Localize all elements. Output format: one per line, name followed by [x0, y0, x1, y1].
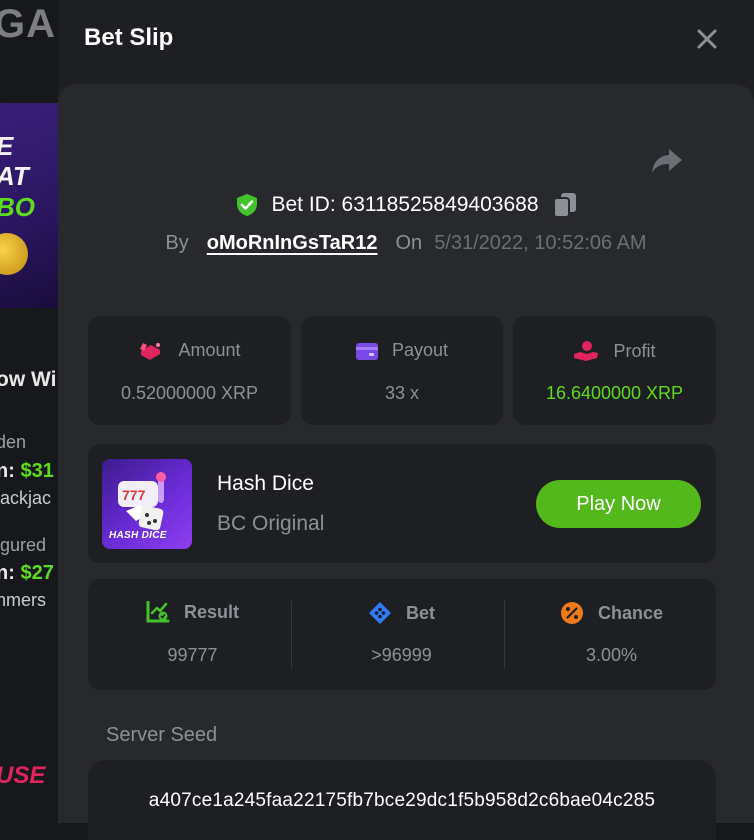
bet-label: Bet [405, 602, 435, 623]
server-seed-label: Server Seed [106, 724, 218, 746]
result-card: Result 99777 Bet >96999 Chance 3.00% [88, 579, 716, 690]
shield-check-icon [237, 194, 258, 216]
play-now-button[interactable]: Play Now [536, 480, 701, 528]
wallet-icon [355, 342, 378, 360]
result-value: 99777 [167, 645, 218, 665]
game-card: 777 HASH DICE Hash Dice BC Original Play… [88, 444, 716, 563]
payout-label: Payout [391, 340, 449, 360]
background-text: nmers [0, 590, 47, 610]
dialog-title: Bet Slip [84, 24, 174, 51]
dialog-header: Bet Slip [58, 0, 754, 84]
hand-coin-icon [574, 341, 599, 361]
bet-id-row: Bet ID: 63118525849403688 [58, 192, 754, 218]
bet-date: 5/31/2022, 10:52:06 AM [434, 232, 647, 254]
bet-column: Bet >96999 [297, 579, 506, 690]
on-label: On [395, 232, 423, 254]
result-label: Result [183, 601, 239, 622]
amount-value: 0.52000000 XRP [120, 383, 259, 403]
bet-value: >96999 [371, 645, 432, 665]
svg-text:777: 777 [122, 487, 146, 503]
bet-id: Bet ID: 63118525849403688 [271, 193, 539, 216]
chance-label: Chance [597, 602, 664, 623]
server-seed-value: a407ce1a245faa22175fb7bce29dc1f5b958d2c6… [148, 790, 656, 811]
username-link[interactable]: oMoRnInGsTaR12 [207, 232, 378, 255]
bet-slip-dialog: Bet Slip Bet ID: 63118525849403688 By oM… [58, 0, 754, 840]
close-button[interactable] [694, 26, 720, 52]
percent-icon [560, 602, 583, 624]
payout-value: 33 x [384, 383, 420, 403]
banner-coin-icon [0, 233, 28, 275]
banner-text-line1: E [0, 131, 13, 162]
copy-icon[interactable] [552, 192, 577, 218]
column-divider [504, 601, 505, 668]
thumbnail-label: HASH DICE [109, 530, 167, 541]
bet-slip-card: Bet ID: 63118525849403688 By oMoRnInGsTa… [58, 84, 754, 840]
bet-author-row: By oMoRnInGsTaR12 On 5/31/2022, 10:52:06… [58, 232, 754, 255]
profit-label: Profit [613, 340, 656, 361]
column-divider [291, 601, 292, 668]
background-text: igured [0, 535, 47, 555]
share-button[interactable] [650, 146, 684, 176]
game-name: Hash Dice [217, 472, 314, 495]
chance-column: Chance 3.00% [507, 579, 716, 690]
server-seed-box[interactable]: a407ce1a245faa22175fb7bce29dc1f5b958d2c6… [88, 760, 716, 840]
chips-icon [140, 342, 161, 360]
amount-stat: Amount 0.52000000 XRP [88, 316, 291, 425]
payout-stat: Payout 33 x [301, 316, 503, 425]
background-text: den [0, 432, 27, 452]
game-subtitle: BC Original [217, 512, 325, 535]
amount-label: Amount [178, 340, 241, 360]
profit-value: 16.6400000 XRP [545, 383, 684, 403]
result-column: Result 99777 [88, 579, 297, 690]
background-text: lackjac [0, 488, 52, 508]
profit-stat: Profit 16.6400000 XRP [513, 316, 716, 425]
background-promo: USE [0, 762, 46, 789]
game-thumbnail[interactable]: 777 HASH DICE [102, 459, 192, 549]
close-icon [697, 29, 717, 49]
background-win: n: $31 [0, 460, 54, 482]
by-label: By [165, 232, 189, 254]
background-win: n: $27 [0, 562, 54, 584]
chance-value: 3.00% [585, 645, 638, 665]
chart-check-icon [146, 601, 170, 623]
background-heading: ow Wi [0, 368, 57, 391]
share-icon [652, 149, 682, 173]
diamond-dice-icon [368, 602, 391, 624]
